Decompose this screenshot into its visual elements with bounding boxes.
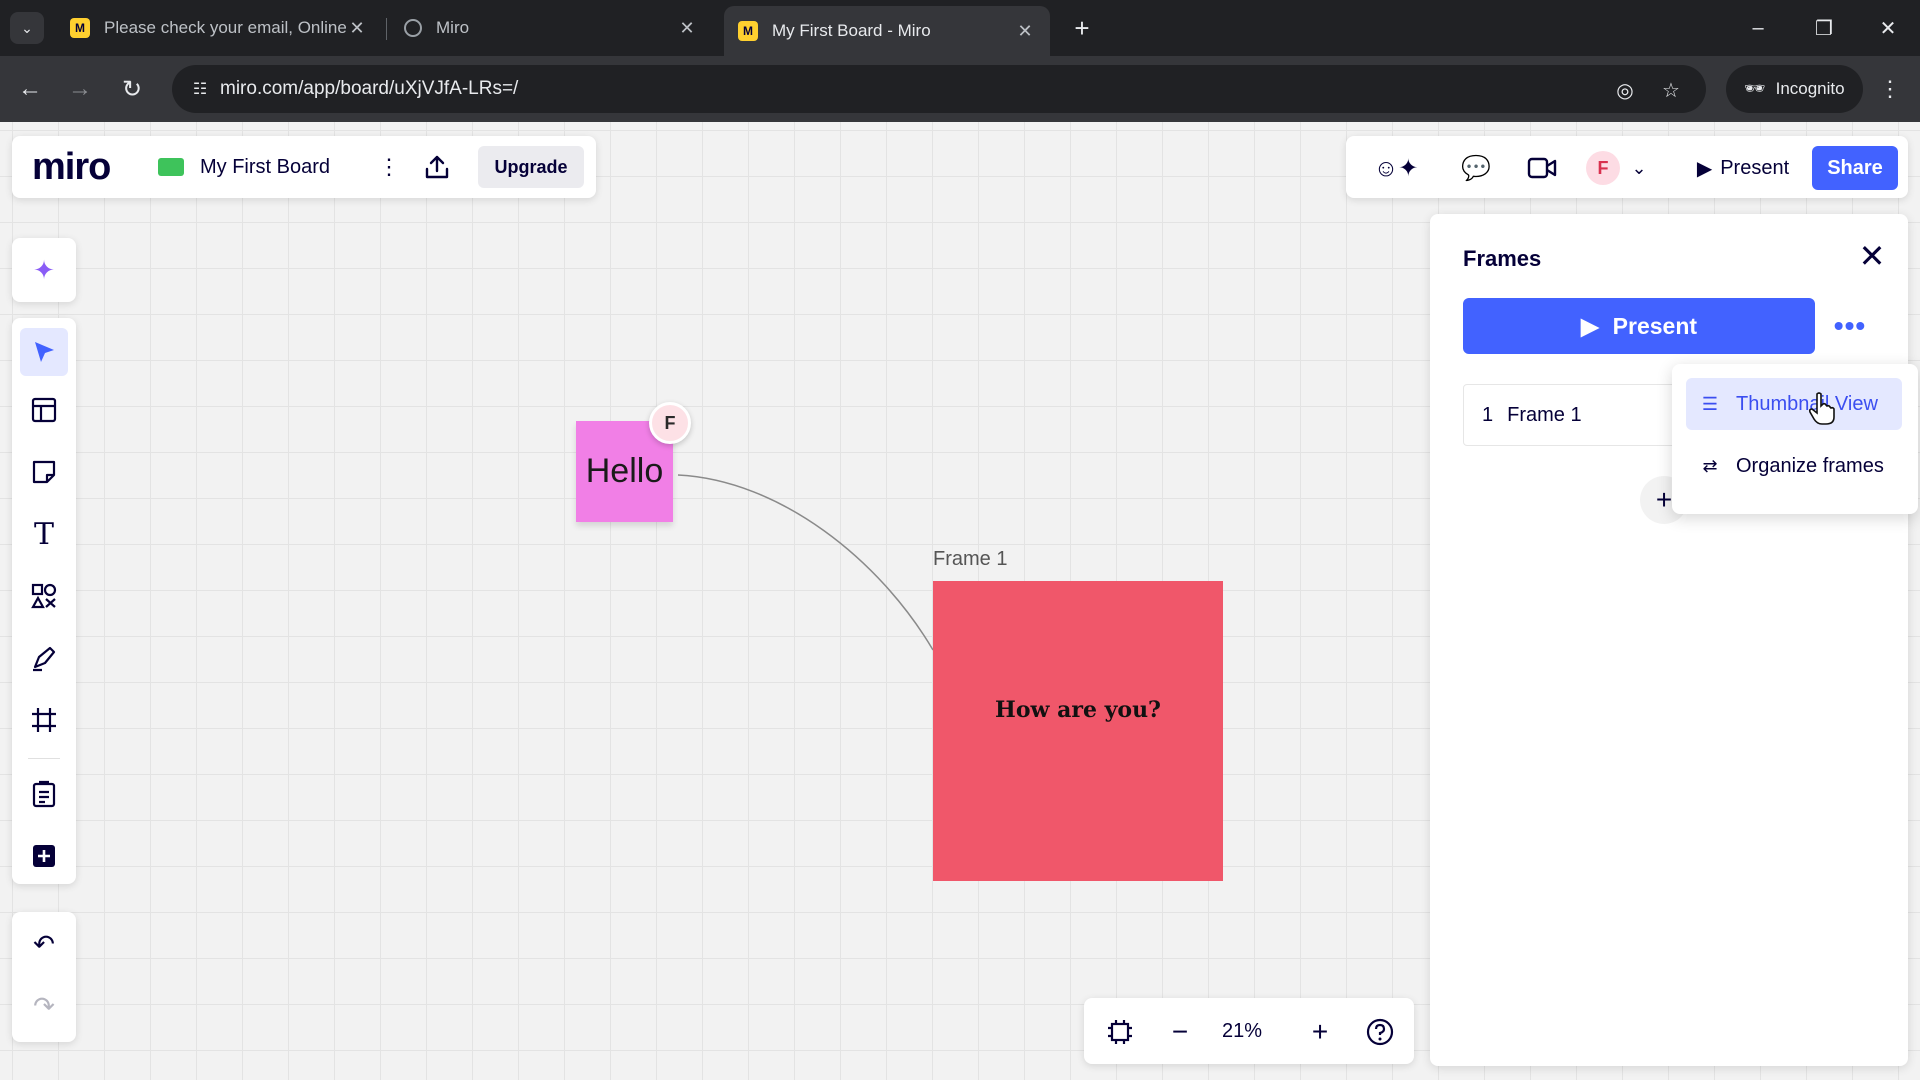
text-tool-icon[interactable]: T xyxy=(20,510,68,558)
frame-tool-icon[interactable] xyxy=(20,696,68,744)
present-button[interactable]: ▶ Present xyxy=(1682,146,1804,190)
pen-icon[interactable] xyxy=(20,634,68,682)
chevron-down-icon[interactable]: ⌄ xyxy=(1624,150,1654,186)
select-tool-icon[interactable] xyxy=(20,328,68,376)
notes-list-icon[interactable] xyxy=(20,770,68,818)
present-label: Present xyxy=(1612,312,1698,339)
frame-number: 1 xyxy=(1482,403,1494,426)
avatar-initial: F xyxy=(664,412,676,433)
miro-logo[interactable]: miro xyxy=(32,146,111,189)
redo-icon[interactable]: ↷ xyxy=(20,982,68,1030)
thumbnail-view-icon: ☰ xyxy=(1701,393,1719,414)
help-icon[interactable] xyxy=(1362,1014,1398,1050)
ai-toolbar: ✦ xyxy=(12,238,76,302)
creation-toolbar: T xyxy=(12,318,76,884)
frames-options-menu: ☰ Thumbnail View ⇄ Organize frames xyxy=(1672,364,1918,514)
shapes-icon[interactable] xyxy=(20,572,68,620)
more-apps-icon[interactable] xyxy=(20,832,68,880)
board-icon xyxy=(158,158,184,176)
share-button[interactable]: Share xyxy=(1812,146,1898,190)
frames-present-button[interactable]: ▶ Present xyxy=(1463,298,1815,354)
export-upload-icon[interactable] xyxy=(420,150,454,184)
zoom-controls: − 21% + xyxy=(1084,998,1414,1064)
zoom-level[interactable]: 21% xyxy=(1222,1020,1262,1043)
board-name[interactable]: My First Board xyxy=(200,156,330,179)
user-avatar[interactable]: F xyxy=(1586,151,1620,185)
zoom-out-icon[interactable]: − xyxy=(1162,1014,1198,1050)
sticky-note-text: Hello xyxy=(585,452,664,490)
fit-to-screen-icon[interactable] xyxy=(1102,1014,1138,1050)
menu-item-organize-frames[interactable]: ⇄ Organize frames xyxy=(1686,440,1902,492)
menu-item-label: Organize frames xyxy=(1736,454,1884,477)
present-label: Present xyxy=(1720,156,1790,179)
organize-frames-icon: ⇄ xyxy=(1702,455,1718,476)
collaborator-cursor-avatar: F xyxy=(649,402,691,444)
ai-sparkle-icon[interactable]: ✦ xyxy=(20,246,68,294)
frame[interactable]: How are you? xyxy=(933,581,1223,881)
play-icon: ▶ xyxy=(1580,312,1599,339)
menu-item-label: Thumbnail View xyxy=(1736,392,1878,415)
reactions-icon[interactable]: ☺✦ xyxy=(1364,150,1428,186)
history-toolbar: ↶ ↷ xyxy=(12,912,76,1042)
board-menu-icon[interactable]: ⋮ xyxy=(372,150,406,184)
frame-list-item[interactable]: 1 Frame 1 xyxy=(1463,384,1683,446)
frame-label[interactable]: Frame 1 xyxy=(933,548,1007,571)
menu-item-thumbnail-view[interactable]: ☰ Thumbnail View xyxy=(1686,378,1902,430)
more-options-icon[interactable]: ••• xyxy=(1826,304,1874,348)
close-icon[interactable]: ✕ xyxy=(1854,238,1890,274)
video-call-icon[interactable] xyxy=(1524,150,1560,186)
frames-panel: Frames ✕ ▶ Present ••• 1 Frame 1 + xyxy=(1430,214,1908,1066)
collaboration-toolbar: ☺✦ 💬 F ⌄ ▶ Present Share xyxy=(1346,136,1908,198)
play-icon: ▶ xyxy=(1696,157,1713,180)
undo-icon[interactable]: ↶ xyxy=(20,920,68,968)
frames-panel-title: Frames xyxy=(1463,246,1542,271)
zoom-in-icon[interactable]: + xyxy=(1302,1014,1338,1050)
toolbar-divider xyxy=(28,758,60,759)
frame-name: Frame 1 xyxy=(1507,403,1582,426)
hand-pointer-cursor-icon xyxy=(1808,392,1835,425)
board-header: miro My First Board ⋮ Upgrade xyxy=(12,136,596,198)
frame-text[interactable]: How are you? xyxy=(933,697,1223,723)
templates-icon[interactable] xyxy=(20,386,68,434)
upgrade-button[interactable]: Upgrade xyxy=(478,146,584,188)
comments-icon[interactable]: 💬 xyxy=(1458,150,1494,186)
sticky-note-icon[interactable] xyxy=(20,448,68,496)
